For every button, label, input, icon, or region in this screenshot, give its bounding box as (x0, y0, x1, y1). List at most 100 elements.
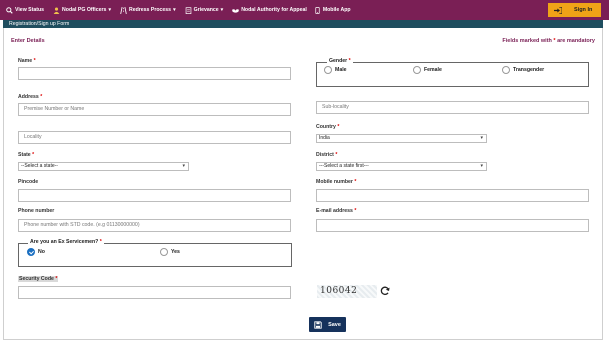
nav-mobile-app-label: Mobile App (322, 7, 351, 13)
enter-details-heading: Enter Details (11, 38, 45, 44)
district-select[interactable]: ---Select a state first--- ▾ (316, 162, 487, 171)
nav-nodal-pg-officers-label: Nodal PG Officers (62, 7, 107, 13)
floppy-disk-icon (314, 320, 322, 329)
email-label-text: E-mail address (316, 208, 353, 214)
save-label: Save (328, 321, 341, 328)
address-label: Address * (18, 94, 42, 100)
sign-in-button[interactable]: Sign In (548, 3, 601, 17)
ex-servicemen-no-label: No (38, 249, 45, 255)
ex-servicemen-label-text: Are you an Ex Servicemen? (30, 239, 99, 245)
radio-circle[interactable] (160, 248, 168, 256)
gender-transgender-label: Transgender (513, 67, 545, 73)
pincode-label: Pincode (18, 179, 39, 185)
gender-label: Gender * (327, 58, 353, 64)
chevron-down-icon: ▾ (220, 7, 224, 13)
mandatory-note-prefix: Fields marked with (502, 38, 554, 44)
pincode-input[interactable] (18, 189, 291, 202)
sign-in-icon (554, 6, 562, 14)
nav-grievance-label: Grievance (193, 7, 219, 13)
user-icon (53, 7, 60, 14)
radio-circle[interactable] (502, 66, 510, 74)
gender-radio-transgender[interactable]: Transgender (502, 66, 544, 74)
nav-grievance[interactable]: Grievance ▾ (185, 6, 224, 14)
state-label-text: State (18, 152, 31, 158)
sign-in-label: Sign In (574, 7, 593, 13)
road-icon (120, 6, 127, 14)
country-select[interactable]: India ▾ (316, 134, 487, 143)
ex-servicemen-radio-no[interactable]: No (27, 248, 45, 256)
name-input[interactable] (18, 67, 291, 80)
address-label-text: Address (18, 94, 39, 100)
state-label: State * (18, 152, 34, 158)
security-code-label: Security Code * (18, 276, 59, 282)
nav-nodal-authority-appeal[interactable]: Nodal Authority for Appeal (232, 7, 307, 14)
required-star: * (55, 276, 58, 282)
nav-mobile-app[interactable]: Mobile App (314, 6, 351, 14)
gender-fieldset (316, 62, 589, 87)
top-navbar: View Status Nodal PG Officers ▾ Redress … (0, 0, 609, 20)
ex-servicemen-yes-label: Yes (171, 249, 180, 255)
gender-radio-male[interactable]: Male (324, 66, 347, 74)
nav-redress-process[interactable]: Redress Process ▾ (120, 6, 176, 14)
mobile-icon (315, 6, 320, 14)
gender-label-text: Gender (329, 58, 348, 64)
locality-input[interactable]: Locality (18, 131, 291, 144)
chevron-down-icon: ▾ (480, 135, 483, 141)
nav-view-status-label: View Status (15, 7, 45, 13)
mandatory-note: Fields marked with * are mandatory (502, 38, 595, 44)
chevron-down-icon: ▾ (108, 7, 111, 13)
gender-female-label: Female (424, 67, 442, 73)
ex-servicemen-label: Are you an Ex Servicemen? * (28, 239, 104, 245)
chevron-down-icon: ▾ (480, 163, 483, 169)
required-star: * (354, 208, 357, 214)
country-select-value: India (319, 135, 330, 141)
chevron-down-icon: ▾ (182, 163, 185, 169)
name-label-text: Name (18, 58, 33, 64)
required-star: * (32, 152, 35, 158)
save-button[interactable]: Save (309, 317, 346, 332)
mobile-label: Mobile number * (316, 179, 356, 185)
handshake-icon (232, 8, 240, 13)
district-select-value: ---Select a state first--- (319, 163, 369, 169)
district-label-text: District (316, 152, 334, 158)
radio-circle[interactable] (413, 66, 421, 74)
chevron-down-icon: ▾ (173, 7, 176, 13)
gender-radio-female[interactable]: Female (413, 66, 442, 74)
mandatory-note-suffix: are mandatory (555, 38, 595, 44)
radio-checked-icon[interactable] (27, 248, 35, 256)
nav-nodal-pg-officers[interactable]: Nodal PG Officers ▾ (53, 7, 111, 14)
required-star: * (348, 58, 351, 64)
email-label: E-mail address * (316, 208, 356, 214)
required-star: * (335, 152, 338, 158)
required-star: * (337, 124, 340, 130)
state-select[interactable]: --Select a state-- ▾ (18, 162, 189, 171)
phone-input[interactable]: Phone number with STD code. (e.g 0113000… (18, 219, 291, 232)
required-star: * (354, 179, 357, 185)
clipboard-icon (185, 6, 191, 14)
mobile-label-text: Mobile number (316, 179, 353, 185)
required-star: * (40, 94, 43, 100)
captcha-image: 106042 (317, 285, 377, 298)
address-premise-input[interactable]: Premise Number or Name (18, 103, 291, 116)
section-title: Registration/Sign up Form (3, 20, 603, 28)
required-star: * (33, 58, 36, 64)
security-code-input[interactable] (18, 286, 291, 299)
phone-label: Phone number (18, 208, 55, 214)
state-select-value: --Select a state-- (21, 163, 58, 169)
email-input[interactable] (316, 219, 589, 232)
radio-circle[interactable] (324, 66, 332, 74)
name-label: Name * (18, 58, 36, 64)
nav-view-status[interactable]: View Status (6, 6, 45, 14)
nav-redress-process-label: Redress Process (128, 7, 172, 13)
refresh-icon[interactable] (380, 286, 390, 296)
district-label: District * (316, 152, 337, 158)
ex-servicemen-radio-yes[interactable]: Yes (160, 248, 180, 256)
ex-servicemen-fieldset (18, 243, 292, 267)
mobile-input[interactable] (316, 189, 589, 202)
country-label-text: Country (316, 124, 336, 130)
search-icon (6, 6, 13, 14)
security-code-label-text: Security Code (19, 276, 54, 282)
gender-male-label: Male (335, 67, 347, 73)
sub-locality-input[interactable]: Sub-locality (316, 101, 589, 114)
country-label: Country * (316, 124, 339, 130)
